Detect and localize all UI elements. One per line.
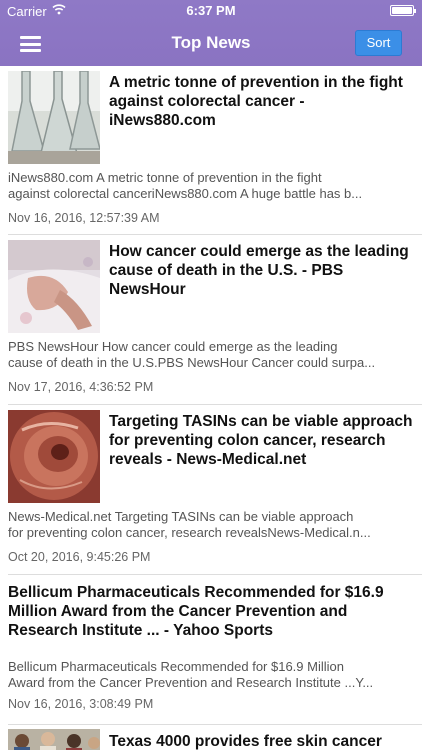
- summary-line: Award from the Cancer Prevention and Res…: [8, 675, 374, 690]
- status-time: 6:37 PM: [186, 3, 236, 18]
- news-item[interactable]: Bellicum Pharmaceuticals Recommended for…: [8, 575, 422, 725]
- top-bar: Carrier 6:37 PM Top News Sort: [0, 0, 422, 66]
- summary-line: Bellicum Pharmaceuticals Recommended for…: [8, 659, 344, 674]
- news-headline: Targeting TASINs can be viable approach …: [109, 413, 413, 468]
- summary-line: against colorectal canceriNews880.com A …: [8, 186, 363, 201]
- news-headline: Texas 4000 provides free skin cancer scr…: [109, 733, 382, 750]
- lab-glassware-image: [8, 71, 100, 164]
- summary-line: PBS NewsHour How cancer could emerge as …: [8, 339, 338, 354]
- sort-button[interactable]: Sort: [355, 30, 402, 56]
- news-item[interactable]: Texas 4000 provides free skin cancer scr…: [8, 725, 422, 750]
- summary-line: for preventing colon cancer, research re…: [8, 525, 371, 540]
- news-date: Nov 17, 2016, 4:36:52 PM: [8, 380, 154, 394]
- news-date: Nov 16, 2016, 12:57:39 AM: [8, 211, 160, 225]
- summary-line: cause of death in the U.S.PBS NewsHour C…: [8, 355, 376, 370]
- summary-line: News-Medical.net Targeting TASINs can be…: [8, 509, 354, 524]
- news-headline: Bellicum Pharmaceuticals Recommended for…: [8, 584, 384, 639]
- students-image: [8, 729, 100, 750]
- news-summary: PBS NewsHour How cancer could emerge as …: [8, 339, 418, 371]
- news-headline: How cancer could emerge as the leading c…: [109, 243, 409, 298]
- news-summary: Bellicum Pharmaceuticals Recommended for…: [8, 659, 418, 691]
- news-headline: A metric tonne of prevention in the figh…: [109, 74, 403, 129]
- navigation-bar: Top News Sort: [0, 22, 422, 66]
- news-item[interactable]: How cancer could emerge as the leading c…: [8, 235, 422, 405]
- status-bar: Carrier 6:37 PM: [0, 0, 422, 22]
- news-summary: iNews880.com A metric tonne of preventio…: [8, 170, 418, 202]
- colonoscopy-image: [8, 410, 100, 503]
- summary-line: iNews880.com A metric tonne of preventio…: [8, 170, 322, 185]
- news-item[interactable]: Targeting TASINs can be viable approach …: [8, 405, 422, 575]
- news-summary: News-Medical.net Targeting TASINs can be…: [8, 509, 418, 541]
- news-date: Oct 20, 2016, 9:45:26 PM: [8, 550, 151, 564]
- news-feed: A metric tonne of prevention in the figh…: [0, 66, 422, 750]
- news-date: Nov 16, 2016, 3:08:49 PM: [8, 697, 154, 711]
- hospital-patient-image: [8, 240, 100, 333]
- news-item[interactable]: A metric tonne of prevention in the figh…: [8, 66, 422, 235]
- battery-icon: [390, 5, 416, 16]
